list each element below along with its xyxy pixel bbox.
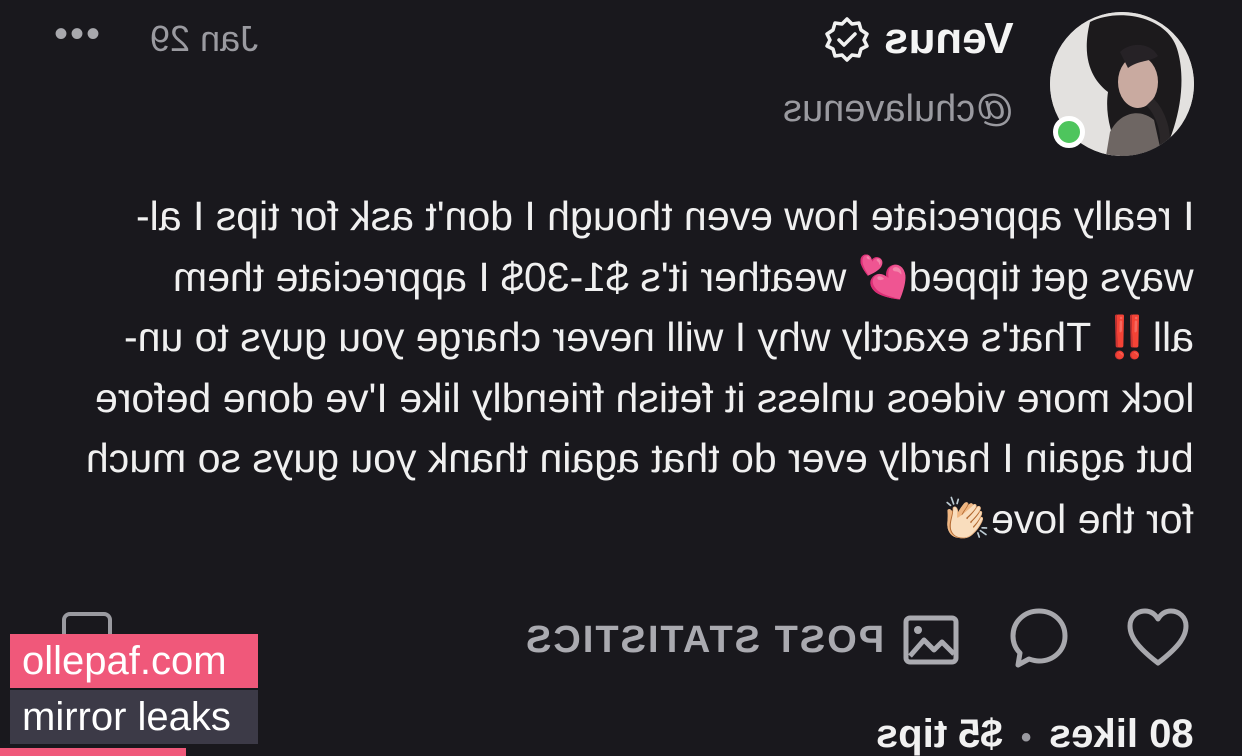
watermark-site: ollepaf.com — [10, 634, 258, 688]
more-options-button[interactable]: ••• — [46, 14, 110, 66]
more-options-icon: ••• — [53, 12, 102, 56]
post-stats: 80 likes • $5 tips — [876, 712, 1194, 756]
online-status-dot — [1053, 116, 1085, 148]
author-name: Venus — [884, 14, 1014, 63]
post-date: Jan 29 — [150, 18, 259, 59]
stats-separator: • — [1020, 721, 1032, 754]
comment-bubble-icon[interactable] — [1008, 606, 1070, 670]
author-handle[interactable]: @chulavenus — [783, 88, 1014, 131]
author-name-row[interactable]: Venus — [824, 14, 1014, 64]
post-line: ways get tipped💕 weather it's $1-30$ I a… — [173, 253, 1194, 300]
heart-icon[interactable] — [1126, 608, 1190, 668]
post-line: but again I hardly ever do that again th… — [86, 435, 1194, 481]
post-card: ••• Jan 29 Venus @chulavenus I really ap… — [0, 0, 1242, 756]
watermark-strip — [0, 748, 186, 756]
likes-count[interactable]: 80 likes — [1049, 712, 1194, 756]
post-statistics-button[interactable]: POST STATISTICS — [524, 612, 960, 668]
post-line: all‼️ That's exactly why I will never ch… — [124, 314, 1194, 360]
post-statistics-label: POST STATISTICS — [524, 618, 885, 661]
watermark-tagline: mirror leaks — [10, 690, 258, 744]
verified-badge-icon — [825, 17, 870, 62]
image-chart-icon — [903, 615, 959, 665]
post-line: lock more videos unless it fetish friend… — [94, 374, 1194, 421]
post-line: I really appreciate how even though I do… — [135, 193, 1194, 239]
post-text: I really appreciate how even though I do… — [60, 186, 1194, 549]
tips-count[interactable]: $5 tips — [876, 712, 1003, 756]
post-line: for the love👏🏻 — [940, 495, 1194, 542]
